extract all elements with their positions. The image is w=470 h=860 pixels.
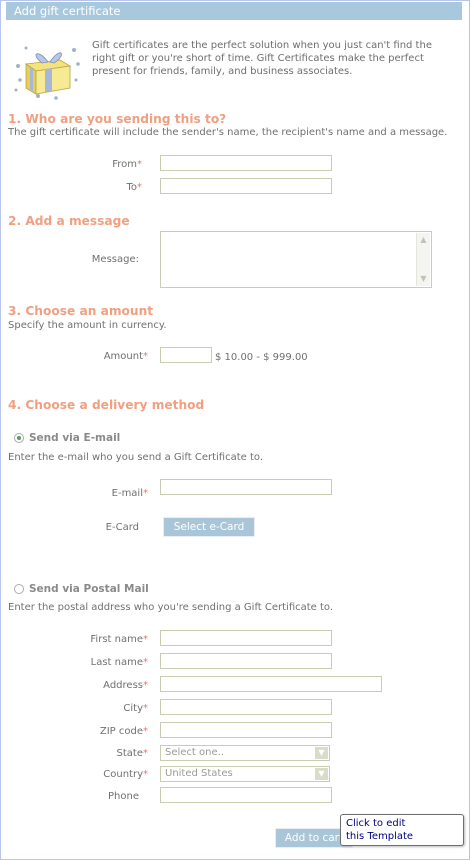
email-label: E-mail* (60, 488, 148, 499)
amount-range: $ 10.00 - $ 999.00 (215, 352, 308, 363)
email-input[interactable] (160, 479, 332, 495)
required-mark: * (137, 182, 142, 193)
postal-option-label[interactable]: Send via Postal Mail (29, 583, 149, 595)
first-name-label: First name* (40, 634, 148, 645)
to-label: To* (60, 182, 142, 193)
section1-heading: 1. Who are you sending this to? (8, 112, 227, 126)
address-label: Address* (40, 680, 148, 691)
page-title: Add gift certificate (14, 4, 121, 18)
state-label: State* (40, 748, 148, 759)
message-label: Message: (91, 254, 139, 265)
zip-label-text: ZIP code (99, 726, 143, 737)
email-radio[interactable] (14, 433, 24, 443)
intro-text: Gift certificates are the perfect soluti… (92, 40, 432, 77)
zip-label: ZIP code* (40, 726, 148, 737)
address-input[interactable] (160, 676, 382, 692)
phone-label: Phone (108, 791, 139, 802)
amount-input[interactable] (160, 347, 212, 363)
phone-input[interactable] (160, 787, 332, 803)
address-label-text: Address (103, 680, 143, 691)
last-name-label: Last name* (40, 657, 148, 668)
ecard-label: E-Card (105, 522, 139, 533)
zip-input[interactable] (160, 722, 332, 738)
to-input[interactable] (160, 178, 332, 194)
city-label-text: City (123, 703, 143, 714)
required-mark: * (143, 748, 148, 759)
tooltip-line1: Click to edit (346, 818, 406, 829)
required-mark: * (143, 657, 148, 668)
email-option-label[interactable]: Send via E-mail (29, 432, 120, 444)
state-label-text: State (116, 748, 143, 759)
required-mark: * (143, 488, 148, 499)
from-label-text: From (112, 159, 137, 170)
section3-description: Specify the amount in currency. (8, 320, 167, 331)
amount-label: Amount* (60, 351, 148, 362)
chevron-down-icon[interactable]: ▼ (315, 768, 328, 780)
country-select[interactable]: United States ▼ (160, 766, 330, 782)
required-mark: * (143, 726, 148, 737)
postal-radio[interactable] (14, 584, 24, 594)
country-select-value: United States (165, 768, 233, 779)
scroll-down-icon[interactable]: ▼ (417, 272, 430, 286)
email-label-text: E-mail (111, 488, 143, 499)
state-select[interactable]: Select one.. ▼ (160, 745, 330, 761)
select-ecard-button[interactable]: Select e-Card (163, 517, 255, 537)
required-mark: * (143, 351, 148, 362)
gift-box-icon (14, 46, 80, 100)
first-name-input[interactable] (160, 630, 332, 646)
from-label: From* (60, 159, 142, 170)
scroll-up-icon[interactable]: ▲ (417, 233, 430, 247)
section1-description: The gift certificate will include the se… (8, 127, 448, 138)
to-label-text: To (126, 182, 137, 193)
first-name-label-text: First name (90, 634, 143, 645)
edit-template-tooltip[interactable]: Click to edit this Template (340, 814, 464, 846)
section2-heading: 2. Add a message (8, 214, 130, 228)
state-select-value: Select one.. (165, 747, 224, 758)
section3-heading: 3. Choose an amount (8, 304, 154, 318)
chevron-down-icon[interactable]: ▼ (315, 747, 328, 759)
from-input[interactable] (160, 155, 332, 171)
last-name-input[interactable] (160, 653, 332, 669)
required-mark: * (143, 680, 148, 691)
section4-heading: 4. Choose a delivery method (8, 398, 205, 412)
postal-option-description: Enter the postal address who you're send… (8, 602, 334, 613)
title-bar: Add gift certificate (6, 2, 462, 20)
city-label: City* (40, 703, 148, 714)
required-mark: * (143, 634, 148, 645)
message-textarea[interactable]: ▲ ▼ (160, 231, 432, 288)
country-label: Country* (40, 769, 148, 780)
radio-selected-dot (17, 436, 21, 440)
message-scrollbar[interactable]: ▲ ▼ (416, 233, 430, 286)
tooltip-line2: this Template (346, 831, 414, 842)
required-mark: * (137, 159, 142, 170)
last-name-label-text: Last name (90, 657, 143, 668)
required-mark: * (143, 769, 148, 780)
country-label-text: Country (103, 769, 143, 780)
amount-label-text: Amount (103, 351, 143, 362)
city-input[interactable] (160, 699, 332, 715)
email-option-description: Enter the e-mail who you send a Gift Cer… (8, 452, 264, 463)
required-mark: * (143, 703, 148, 714)
